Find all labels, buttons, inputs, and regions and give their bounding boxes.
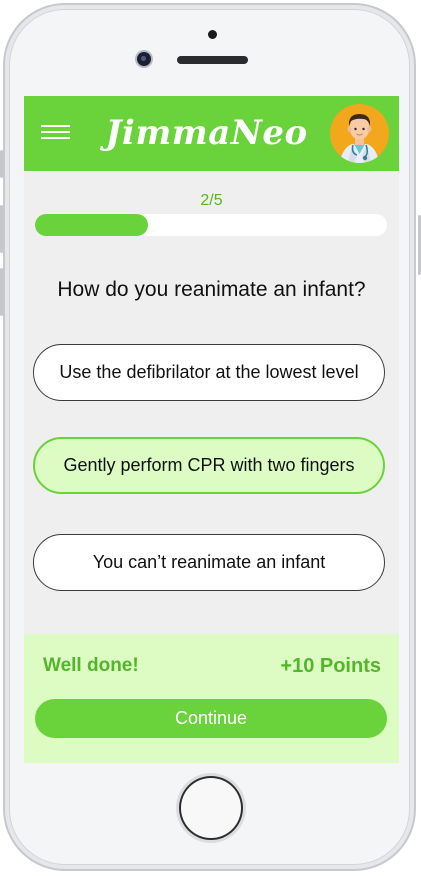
- feedback-message: Well done!: [43, 655, 139, 676]
- question-text: How do you reanimate an infant?: [57, 278, 366, 301]
- volume-up-button: [0, 205, 3, 253]
- points-earned: +10 Points: [280, 655, 381, 677]
- hamburger-menu-icon[interactable]: [41, 125, 70, 141]
- app-header: JimmaNeo: [24, 96, 399, 171]
- answer-option-3[interactable]: You can’t reanimate an infant: [33, 534, 385, 591]
- front-camera-icon: [137, 52, 151, 66]
- app-screen: JimmaNeo 2/5 How do you reanimate an inf…: [24, 96, 399, 763]
- earpiece-speaker: [177, 56, 248, 64]
- progress-bar-fill: [35, 214, 148, 236]
- proximity-sensor: [208, 30, 217, 39]
- progress-bar: [35, 214, 387, 236]
- feedback-panel: Well done! +10 Points Continue: [24, 634, 399, 763]
- mute-switch: [0, 150, 3, 178]
- doctor-avatar-svg: [340, 114, 379, 163]
- progress-counter: 2/5: [200, 192, 223, 209]
- doctor-avatar-icon[interactable]: [330, 104, 389, 163]
- home-button[interactable]: [179, 776, 243, 840]
- answer-option-1[interactable]: Use the defibrilator at the lowest level: [33, 344, 385, 401]
- app-logo: JimmaNeo: [105, 113, 308, 153]
- answer-option-2[interactable]: Gently perform CPR with two fingers: [33, 437, 385, 494]
- continue-button[interactable]: Continue: [35, 699, 387, 738]
- volume-down-button: [0, 268, 3, 316]
